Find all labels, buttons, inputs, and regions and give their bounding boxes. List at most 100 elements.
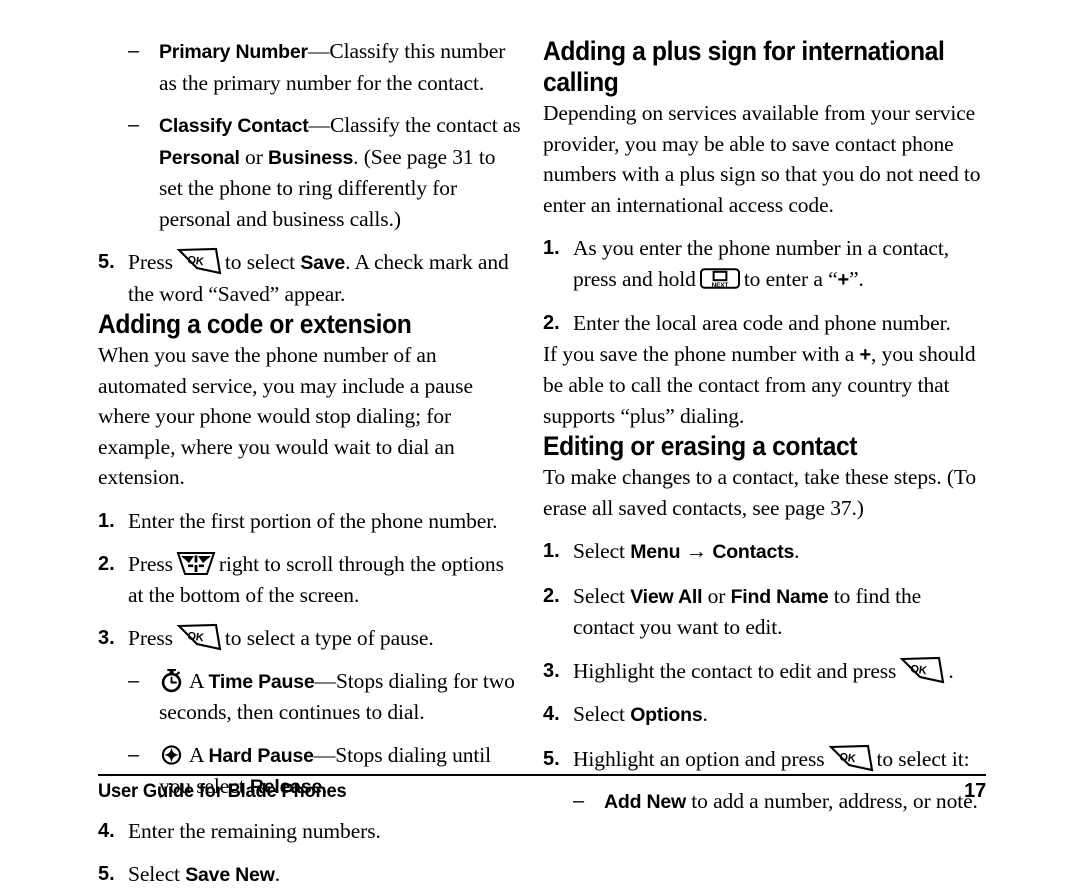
step-text: Select Menu → Contacts. <box>573 536 986 568</box>
bullet-text: Classify Contact—Classify the contact as… <box>159 110 523 234</box>
heading-adding-plus-sign: Adding a plus sign for international cal… <box>543 36 945 97</box>
manual-page: – Primary Number—Classify this number as… <box>0 0 1080 886</box>
step-number: 1. <box>543 237 560 259</box>
step-number: 2. <box>98 553 115 575</box>
right-arrow-icon: → <box>685 539 708 563</box>
paragraph-plus-dialing-note: If you save the phone number with a +, y… <box>543 339 986 432</box>
right-column: Adding a plus sign for international cal… <box>543 36 986 813</box>
bullet-text: A Time Pause—Stops dialing for two secon… <box>159 666 523 728</box>
bullet-classify-contact: – Classify Contact—Classify the contact … <box>98 110 523 234</box>
navigation-key-icon <box>176 550 216 577</box>
page-footer: User Guide for Blade Phones 17 <box>98 774 986 803</box>
bold-business: Business <box>268 146 354 169</box>
heading-adding-code-extension: Adding a code or extension <box>98 309 412 339</box>
text-or: or <box>239 144 269 169</box>
bold-lead: Hard Pause <box>208 744 315 767</box>
bold-lead: Classify Contact <box>159 115 309 137</box>
step-text: Enter the remaining numbers. <box>128 818 381 843</box>
dash-marker: – <box>128 114 140 136</box>
step-number: 5. <box>543 747 560 770</box>
em-dash: — <box>308 113 331 137</box>
step-text: Select View All or Find Name to find the… <box>573 581 986 643</box>
stopwatch-icon <box>159 668 184 693</box>
footer-divider <box>98 774 986 776</box>
step-highlight-contact-press-ok: 3. Highlight the contact to edit and pre… <box>543 656 986 687</box>
step-number: 2. <box>543 312 560 334</box>
step-text: Highlight an option and press OK to select… <box>573 744 986 775</box>
paragraph-editing-intro: To make changes to a contact, take these… <box>543 465 977 520</box>
step-select-options: 4. Select Options. <box>543 699 986 731</box>
text-before: Press <box>128 626 173 650</box>
text-after: . <box>794 539 800 563</box>
step-number: 4. <box>543 703 560 725</box>
em-dash: — <box>314 668 337 693</box>
bullet-time-pause: – A Time Pause—Stops dialing for two sec… <box>98 666 523 728</box>
step-press-nav-right: 2. Press right to scroll through the opti… <box>98 549 523 610</box>
svg-text:NEXT: NEXT <box>711 282 728 289</box>
text-middle: to select <box>224 250 301 274</box>
step-press-ok-pause-type: 3. Press OK to select a type of pause. <box>98 623 523 654</box>
article: A <box>189 742 209 767</box>
bold-save-new: Save New <box>185 864 275 886</box>
step-enter-remaining-numbers: 4. Enter the remaining numbers. <box>98 816 523 847</box>
bold-view-all: View All <box>630 585 703 608</box>
step-number: 4. <box>98 819 115 842</box>
article: A <box>189 668 209 693</box>
svg-text:OK: OK <box>186 630 204 644</box>
svg-text:OK: OK <box>838 751 856 765</box>
plus-sign: + <box>837 268 850 291</box>
text-before: Press <box>128 552 173 576</box>
bold-options: Options <box>630 704 703 726</box>
plus-sign: + <box>859 343 872 366</box>
step-number: 1. <box>98 509 115 532</box>
bold-lead: Time Pause <box>208 670 315 693</box>
bold-lead: Primary Number <box>159 41 308 63</box>
step-number: 1. <box>543 540 560 562</box>
text-after: . <box>702 702 708 726</box>
paragraph-code-extension-intro: When you save the phone number of an aut… <box>98 343 473 489</box>
text-or: or <box>702 583 731 608</box>
text-before: Select <box>573 583 631 608</box>
text-after: to select it: <box>876 746 970 771</box>
text-before: Select <box>128 862 186 886</box>
bullet-text: Primary Number—Classify this number as t… <box>159 36 523 98</box>
heading-editing-erasing-contact: Editing or erasing a contact <box>543 431 858 461</box>
text-before: Select <box>573 702 631 726</box>
step-text: As you enter the phone number in a conta… <box>573 233 986 295</box>
bold-save: Save <box>300 252 346 274</box>
step-number: 3. <box>98 627 115 649</box>
step-highlight-option-press-ok: 5. Highlight an option and press OK to sel… <box>543 744 986 775</box>
step-enter-area-code: 2. Enter the local area code and phone n… <box>543 308 986 339</box>
bold-personal: Personal <box>159 146 240 169</box>
step-text: Enter the local area code and phone numb… <box>573 311 951 335</box>
step-text: Press OK to select Save. A check mark and … <box>128 247 523 309</box>
next-key-icon: NEXT <box>699 267 741 290</box>
step-text: Highlight the contact to edit and press O… <box>573 656 986 687</box>
bold-contacts: Contacts <box>712 541 795 563</box>
left-column: – Primary Number—Classify this number as… <box>98 36 541 886</box>
dash-marker: – <box>128 40 140 62</box>
step-number: 3. <box>543 659 560 682</box>
step-number: 2. <box>543 584 560 607</box>
footer-page-number: 17 <box>964 780 986 802</box>
bold-menu: Menu <box>630 541 681 563</box>
step-press-hold-next: 1. As you enter the phone number in a co… <box>543 233 986 295</box>
step-number: 5. <box>98 863 115 885</box>
bold-find-name: Find Name <box>730 585 829 608</box>
step-number: 5. <box>98 251 115 273</box>
text-after: . <box>274 862 280 886</box>
step-select-menu-contacts: 1. Select Menu → Contacts. <box>543 536 986 568</box>
ok-key-icon: OK <box>899 656 945 685</box>
step-select-viewall-findname: 2. Select View All or Find Name to find … <box>543 581 986 643</box>
text-before: Highlight the contact to edit and press <box>573 658 897 683</box>
step-text: Select Save New. <box>128 859 523 891</box>
text-before: Press <box>128 250 173 274</box>
step-text: Enter the first portion of the phone num… <box>128 508 498 533</box>
em-dash: — <box>307 39 330 63</box>
step-text: Press right to scroll through the options… <box>128 549 523 610</box>
footer-row: User Guide for Blade Phones 17 <box>98 780 986 803</box>
ok-key-icon: OK <box>176 247 222 276</box>
bullet-primary-number: – Primary Number—Classify this number as… <box>98 36 523 98</box>
step-press-ok-save: 5. Press OK to select Save. A check mark a… <box>98 247 523 309</box>
text-after-b: ”. <box>849 266 864 291</box>
